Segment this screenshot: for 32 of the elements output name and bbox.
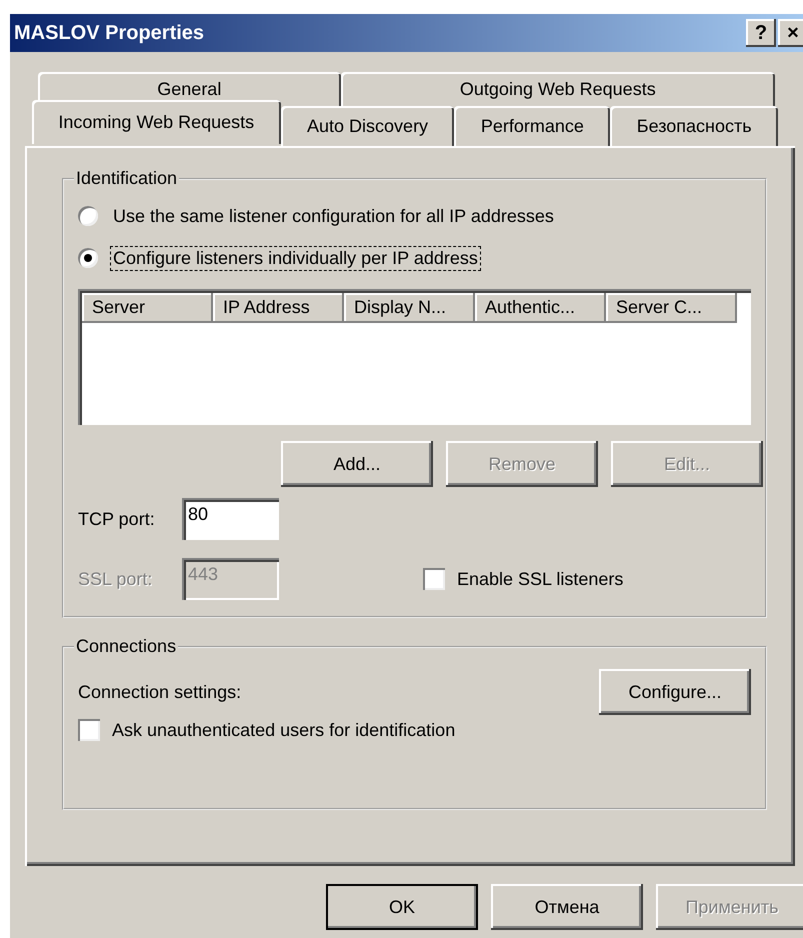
dialog-button[interactable]: Отмена [491, 884, 643, 930]
listener-list[interactable]: Server IP Address Display N... Authentic... Server C... [78, 289, 751, 425]
column-header[interactable]: Authentic... [475, 293, 606, 323]
close-button[interactable]: × [778, 19, 803, 47]
group-title: Connections [75, 636, 178, 657]
field-label: TCP port: [78, 508, 156, 530]
help-button[interactable]: ? [746, 19, 776, 47]
settings-label: Connection settings: [78, 682, 242, 702]
field-label: SSL port: [78, 568, 154, 590]
tab[interactable]: Incoming Web Requests [32, 100, 281, 144]
checkbox-label[interactable]: Ask unauthenticated users for identification [112, 720, 456, 740]
window-title: MASLOV Properties [14, 22, 204, 44]
tab[interactable]: Auto Discovery [280, 106, 454, 146]
radio-button[interactable] [78, 248, 98, 268]
checkbox[interactable] [423, 568, 445, 590]
column-header[interactable]: Server C... [606, 293, 737, 323]
tab[interactable]: Performance [454, 106, 610, 146]
checkbox[interactable] [78, 719, 100, 741]
tab[interactable]: Безопасность [610, 106, 778, 146]
group-title: Identification [75, 168, 178, 189]
input-field[interactable]: 80 [182, 498, 279, 540]
radio-label[interactable]: Configure listeners individually per IP address [110, 246, 481, 270]
column-header[interactable]: Server [82, 293, 213, 323]
checkbox-label[interactable]: Enable SSL listeners [457, 568, 624, 590]
action-button[interactable]: Add... [281, 441, 433, 487]
configure-button[interactable]: Configure... [599, 669, 751, 715]
column-header[interactable]: Display N... [344, 293, 475, 323]
column-header[interactable]: IP Address [213, 293, 344, 323]
dialog-button[interactable]: OK [326, 884, 478, 930]
radio-label[interactable]: Use the same listener configuration for all IP addresses [110, 204, 557, 228]
tab[interactable]: Outgoing Web Requests [340, 72, 775, 106]
radio-button[interactable] [78, 206, 98, 226]
